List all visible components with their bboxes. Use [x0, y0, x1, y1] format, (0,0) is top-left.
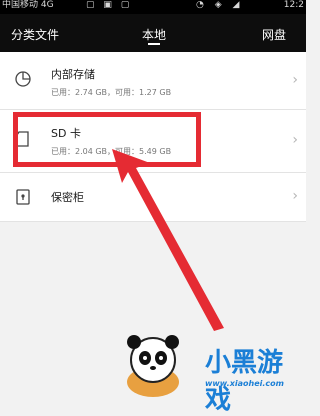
watermark-url: www.xiaohei.com — [205, 379, 284, 388]
panda-logo — [127, 335, 179, 397]
arrow-shape — [112, 149, 224, 331]
watermark-logo-text: 小黑游戏 — [205, 342, 305, 415]
